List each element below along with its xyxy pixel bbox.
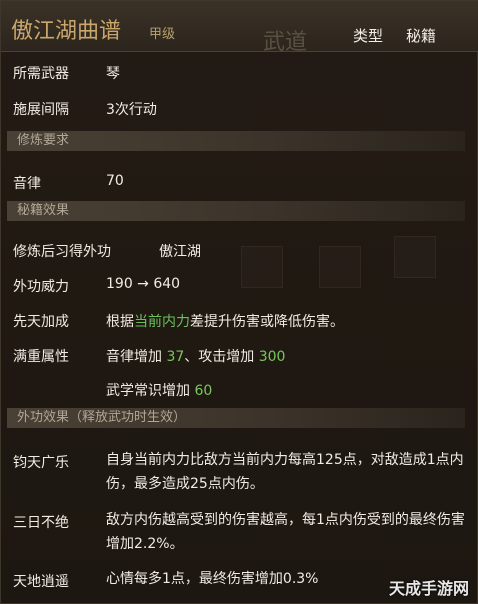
full-attr-b-value: 300 <box>258 349 286 365</box>
innate-suffix: 差提升伤害或降低伤害。 <box>190 314 344 330</box>
full-attr-c-value: 60 <box>194 383 213 399</box>
type-label: 类型 <box>353 27 384 45</box>
full-attr-a: 音律增加 <box>106 349 162 365</box>
requirement-label: 音律 <box>13 176 41 192</box>
background-tab-wudao: 武道 <box>263 30 308 55</box>
requirement-value: 70 <box>106 173 124 189</box>
full-value-line2: 武学常识增加 60 <box>106 380 212 400</box>
full-attr-c: 武学常识增加 <box>106 383 190 399</box>
background-slot-icon <box>241 246 283 288</box>
innate-highlight: 当前内力 <box>134 314 190 330</box>
section-requirements: 修炼要求 <box>7 131 465 151</box>
weapon-value: 琴 <box>106 66 120 82</box>
background-slot-icon <box>394 236 436 278</box>
external-3-label: 天地逍遥 <box>13 574 69 590</box>
full-attr-b: 、攻击增加 <box>184 349 255 365</box>
innate-value: 根据当前内力差提升伤害或降低伤害。 <box>106 311 344 331</box>
watermark-logo: 天成手游网 <box>388 579 469 598</box>
type-value: 秘籍 <box>406 27 437 45</box>
tooltip-header: 傲江湖曲谱 甲级 武道 类型 秘籍 <box>1 1 478 55</box>
skill-title: 傲江湖曲谱 <box>11 19 122 44</box>
weapon-label: 所需武器 <box>13 66 69 82</box>
innate-prefix: 根据 <box>106 314 134 330</box>
external-1-label: 钧天广乐 <box>13 455 69 471</box>
external-1-text: 自身当前内力比敌方当前内力每高125点，对敌造成1点内伤，最多造成25点内伤。 <box>106 452 464 492</box>
interval-value: 3次行动 <box>106 102 157 118</box>
section-effects: 秘籍效果 <box>7 201 465 221</box>
interval-label: 施展间隔 <box>13 102 69 118</box>
external-2-label: 三日不绝 <box>13 515 69 531</box>
external-2-text: 敌方内伤越高受到的伤害越高，每1点内伤受到的最终伤害增加2.2%。 <box>106 512 465 552</box>
full-attr-a-value: 37 <box>166 349 185 365</box>
power-value: 190 → 640 <box>106 276 181 292</box>
innate-label: 先天加成 <box>13 314 69 330</box>
skill-label: 修炼后习得外功 <box>13 244 111 260</box>
section-external: 外功效果（释放武功时生效） <box>7 408 465 428</box>
skill-value: 傲江湖 <box>159 244 201 260</box>
skill-tooltip: 傲江湖曲谱 甲级 武道 类型 秘籍 所需武器 琴 施展间隔 3次行动 修炼要求 … <box>0 0 478 604</box>
background-slot-icon <box>319 246 361 288</box>
full-value-line1: 音律增加 37、攻击增加 300 <box>106 346 285 366</box>
power-label: 外功威力 <box>13 279 69 295</box>
full-label: 满重属性 <box>13 349 69 365</box>
skill-grade: 甲级 <box>149 27 176 42</box>
